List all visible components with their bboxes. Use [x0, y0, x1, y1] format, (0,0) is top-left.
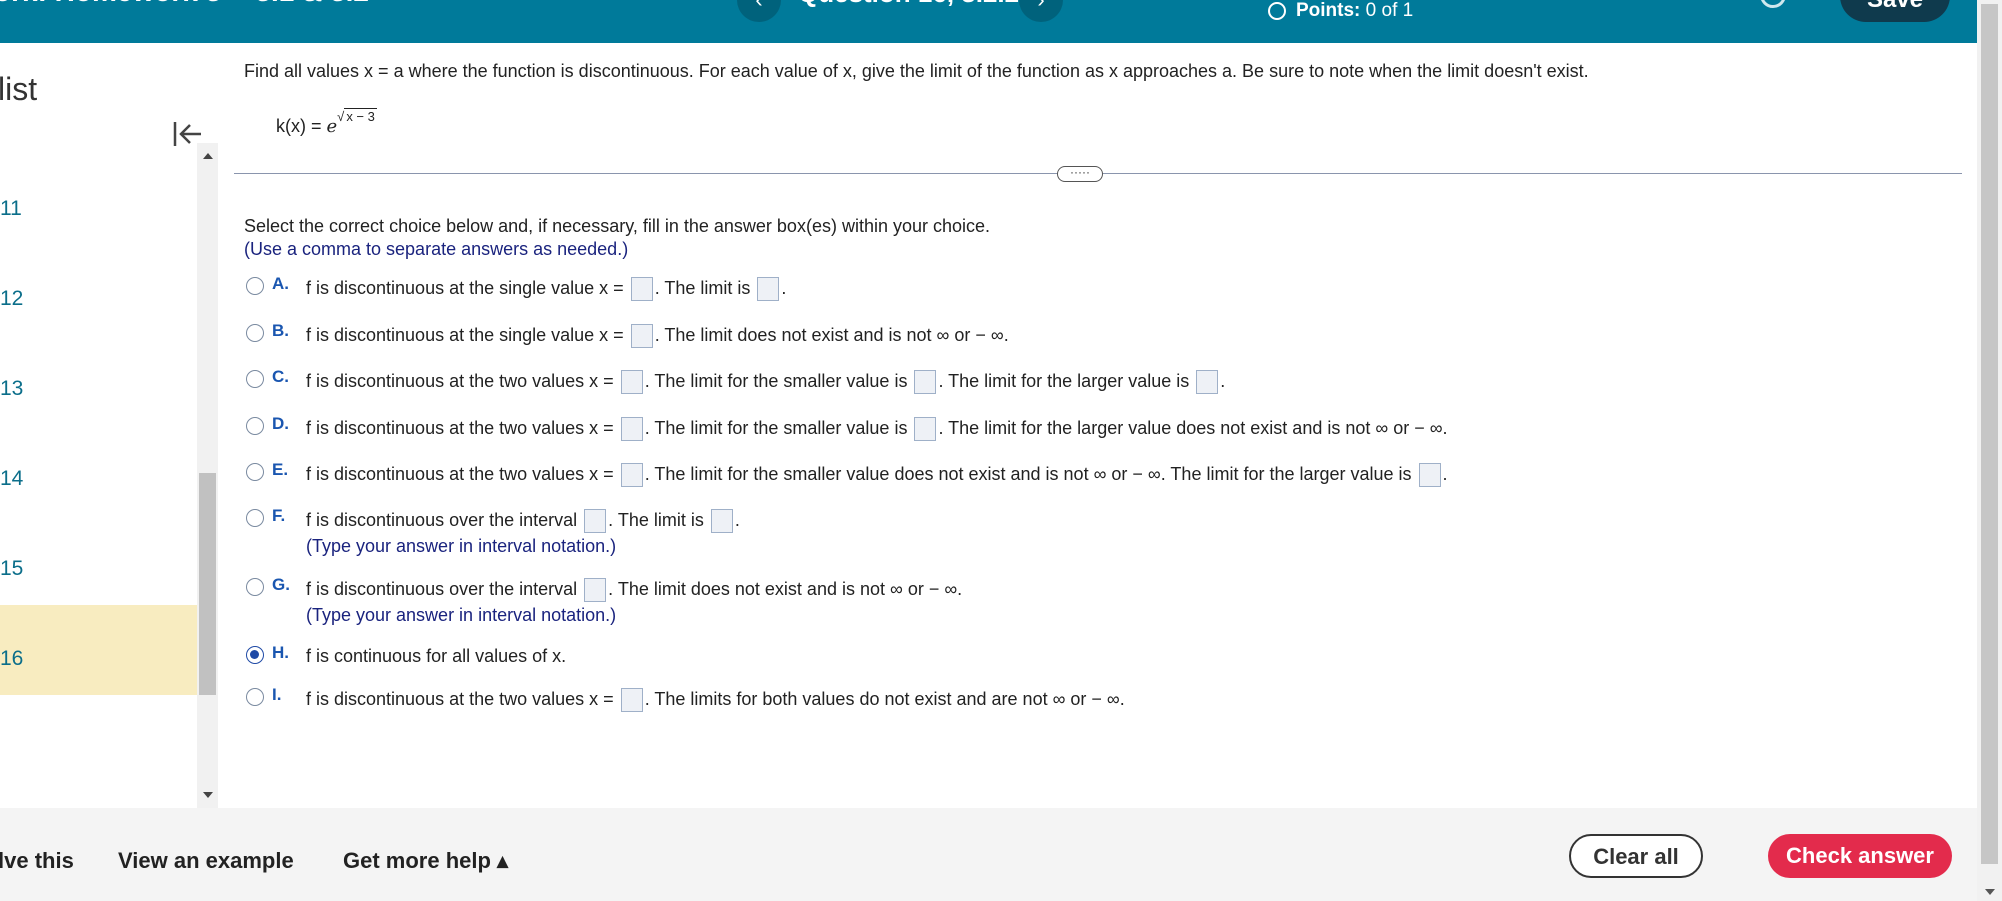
sidebar-scrollbar-thumb[interactable]: [199, 473, 216, 695]
sidebar-item-11[interactable]: 11: [0, 155, 197, 245]
sidebar-item-10[interactable]: 10: [0, 143, 197, 155]
choice-h-text: f is continuous for all values of x.: [306, 646, 567, 666]
choice-f-radio[interactable]: [246, 509, 264, 527]
previous-question-button[interactable]: ‹: [737, 0, 781, 22]
choice-a-letter: A.: [272, 274, 289, 293]
formula-lhs: k(x) =: [276, 116, 327, 136]
sidebar-scroll-down-icon[interactable]: [203, 792, 213, 798]
next-question-button[interactable]: ›: [1019, 0, 1063, 22]
choice-d-input-2[interactable]: [914, 417, 937, 441]
choice-e-letter: E.: [272, 460, 289, 479]
choice-f-text: f is discontinuous over the interval . T…: [306, 509, 740, 533]
settings-gear-icon[interactable]: [1760, 0, 1786, 8]
sidebar-item-14[interactable]: 14: [0, 425, 197, 515]
choice-c-input-3[interactable]: [1196, 370, 1219, 394]
choice-d-letter: D.: [272, 414, 289, 433]
sidebar-item-16[interactable]: 16: [0, 605, 197, 695]
sidebar-scrollbar[interactable]: [197, 143, 218, 808]
question-title: Question 16, 3.2.23: [798, 0, 1034, 9]
choice-a-radio[interactable]: [246, 277, 264, 295]
choice-c-input-2[interactable]: [914, 370, 937, 394]
choice-i-radio[interactable]: [246, 688, 264, 706]
choice-hint: (Use a comma to separate answers as need…: [244, 239, 629, 259]
choice-i-letter: I.: [272, 685, 282, 704]
view-example-link[interactable]: View an example: [118, 848, 294, 874]
check-answer-button[interactable]: Check answer: [1768, 834, 1952, 878]
choice-c-radio[interactable]: [246, 370, 264, 388]
question-list-sidebar: list 10 11 12 13 14 15 16: [0, 43, 220, 808]
choice-a-text: f is discontinuous at the single value x…: [306, 277, 786, 301]
page-scrollbar[interactable]: [1977, 0, 2002, 901]
choice-b-input-1[interactable]: [630, 324, 653, 348]
choice-i-input-1[interactable]: [620, 688, 643, 712]
choice-h-letter: H.: [272, 643, 289, 662]
choice-e-radio[interactable]: [246, 463, 264, 481]
scroll-down-arrow-icon[interactable]: [1985, 889, 1995, 895]
expand-handle-button[interactable]: ·····: [1057, 166, 1103, 182]
choice-h-radio[interactable]: [246, 646, 264, 664]
choice-g-radio[interactable]: [246, 578, 264, 596]
top-header: ork: Homework 3 -- 3.1 & 3.2 ‹ Question …: [0, 0, 1977, 43]
choice-e-input-1[interactable]: [620, 463, 643, 487]
choice-e-input-2[interactable]: [1418, 463, 1441, 487]
choice-c-text: f is discontinuous at the two values x =…: [306, 370, 1225, 394]
choice-instruction: Select the correct choice below and, if …: [244, 216, 991, 236]
footer-bar: lve this View an example Get more help ▴…: [0, 808, 1977, 901]
question-panel: Find all values x = a where the function…: [220, 43, 1977, 808]
formula-radicand: x − 3: [344, 108, 377, 124]
function-formula: k(x) = e√ x − 3: [276, 108, 377, 137]
choice-c-letter: C.: [272, 367, 289, 386]
get-more-help-link[interactable]: Get more help ▴: [343, 848, 508, 874]
choice-g-input-1[interactable]: [584, 578, 607, 602]
choice-b-letter: B.: [272, 321, 289, 340]
choice-g-letter: G.: [272, 575, 290, 594]
sidebar-title: list: [0, 71, 38, 107]
choice-b-text: f is discontinuous at the single value x…: [306, 324, 1009, 348]
choice-d-radio[interactable]: [246, 417, 264, 435]
choice-f-input-1[interactable]: [584, 509, 607, 533]
points-value: 0 of 1: [1365, 0, 1414, 21]
assignment-title: ork: Homework 3 -- 3.1 & 3.2: [0, 0, 369, 8]
sidebar-item-12[interactable]: 12: [0, 245, 197, 335]
choice-b-radio[interactable]: [246, 324, 264, 342]
choice-d-input-1[interactable]: [620, 417, 643, 441]
clear-all-button[interactable]: Clear all: [1569, 834, 1703, 878]
points-label: Points:: [1296, 0, 1361, 21]
choice-g-note: (Type your answer in interval notation.): [306, 605, 617, 625]
question-prompt: Find all values x = a where the function…: [244, 61, 1589, 81]
points-circle-icon: [1268, 2, 1286, 20]
choice-d-text: f is discontinuous at the two values x =…: [306, 417, 1448, 441]
sidebar-item-15[interactable]: 15: [0, 515, 197, 605]
choice-f-input-2[interactable]: [710, 509, 733, 533]
choice-f-letter: F.: [272, 506, 286, 525]
choice-i-text: f is discontinuous at the two values x =…: [306, 688, 1125, 712]
choice-a-input-2[interactable]: [757, 277, 780, 301]
points-indicator: Points: 0 of 1: [1268, 0, 1413, 22]
question-list: 10 11 12 13 14 15 16: [0, 143, 197, 808]
sidebar-item-13[interactable]: 13: [0, 335, 197, 425]
sidebar-scroll-up-icon[interactable]: [203, 153, 213, 159]
choice-e-text: f is discontinuous at the two values x =…: [306, 463, 1448, 487]
choice-g-text: f is discontinuous over the interval . T…: [306, 578, 962, 602]
page-scrollbar-thumb[interactable]: [1981, 4, 1998, 864]
choice-a-input-1[interactable]: [630, 277, 653, 301]
save-button[interactable]: Save: [1840, 0, 1950, 22]
help-me-solve-link[interactable]: lve this: [0, 848, 74, 874]
formula-exponent: √ x − 3: [337, 108, 377, 124]
choice-c-input-1[interactable]: [620, 370, 643, 394]
formula-base: e: [326, 116, 338, 137]
choice-f-note: (Type your answer in interval notation.): [306, 536, 617, 556]
